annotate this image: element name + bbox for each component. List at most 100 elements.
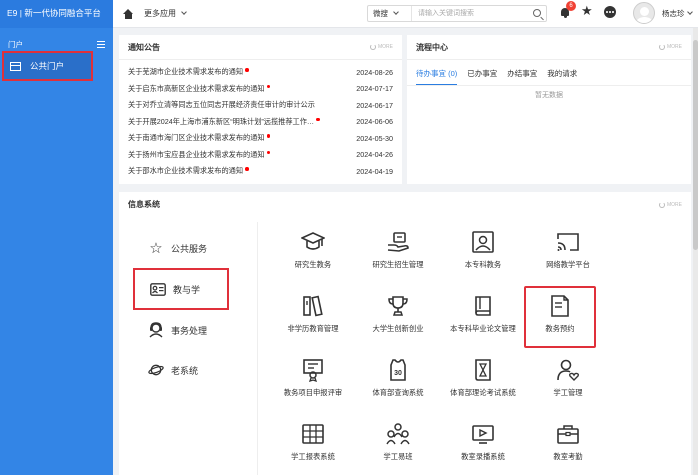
notice-left: 关于启东市高新区企业技术需求发布的通知 xyxy=(128,84,271,94)
svg-text:30: 30 xyxy=(394,370,402,377)
chevron-down-icon[interactable] xyxy=(687,9,693,15)
tile-lecture-recording[interactable]: 教室录播系统 xyxy=(443,422,523,462)
notice-title[interactable]: 关于开展2024年上海市浦东新区“明珠计划”远揽推荐工作… xyxy=(128,117,314,127)
list-item[interactable]: 关于芜湖市企业技术需求发布的通知 2024-08-26 xyxy=(128,64,393,81)
notice-date: 2024-06-17 xyxy=(356,100,393,110)
notification-badge: 6 xyxy=(566,1,576,11)
refresh-icon[interactable] xyxy=(659,44,665,50)
new-dot-icon xyxy=(266,150,271,154)
document-icon xyxy=(548,294,572,318)
chevron-down-icon xyxy=(393,9,399,15)
list-item[interactable]: 关于开展2024年上海市浦东新区“明珠计划”远揽推荐工作… 2024-06-06 xyxy=(128,114,393,131)
list-item[interactable]: 关于启东市高新区企业技术需求发布的通知 2024-07-17 xyxy=(128,81,393,98)
list-item[interactable]: 关于邵水市企业技术需求发布的通知 2024-04-19 xyxy=(128,163,393,180)
more-apps-menu[interactable]: 更多应用 xyxy=(144,8,187,19)
tab-done[interactable]: 已办事宜 xyxy=(467,68,497,85)
headset-icon xyxy=(148,322,164,338)
notice-left: 关于开展2024年上海市浦东新区“明珠计划”远揽推荐工作… xyxy=(128,117,320,127)
tile-label: 教室录播系统 xyxy=(461,452,505,461)
new-dot-icon xyxy=(245,68,249,72)
books-icon xyxy=(301,294,325,318)
notice-title[interactable]: 关于邵水市企业技术需求发布的通知 xyxy=(128,166,243,176)
top-header: 更多应用 微搜 6 ★ 杨志珍 xyxy=(113,0,698,28)
trophy-icon xyxy=(386,294,410,318)
tile-label: 教务项目申报评审 xyxy=(283,388,343,397)
search-bar: 微搜 xyxy=(367,5,547,22)
category-teaching[interactable]: 教与学 xyxy=(133,268,229,310)
search-scope-select[interactable]: 微搜 xyxy=(368,6,412,21)
category-affairs[interactable]: 事务处理 xyxy=(133,310,243,350)
tab-completed[interactable]: 办结事宜 xyxy=(507,68,537,85)
category-label: 事务处理 xyxy=(171,325,208,336)
more-link[interactable]: MORE xyxy=(659,44,682,50)
tile-pe-exam[interactable]: 体育部理论考试系统 xyxy=(443,358,523,398)
tile-yiban[interactable]: 学工易班 xyxy=(358,422,438,462)
menu-toggle-icon[interactable] xyxy=(97,40,105,48)
sidebar-item-public-portal[interactable]: 公共门户 xyxy=(2,51,93,81)
category-public-service[interactable]: ☆ 公共服务 xyxy=(133,228,243,268)
tile-project-review[interactable]: 教务项目申报评审 xyxy=(273,358,353,398)
tile-online-teaching[interactable]: 网络教学平台 xyxy=(528,230,608,270)
scrollbar-thumb[interactable] xyxy=(693,40,698,250)
panel-header: 通知公告 MORE xyxy=(119,35,402,60)
list-item[interactable]: 关于对乔立清等同志五位同志开展经济责任审计的审计公示 2024-06-17 xyxy=(128,97,393,114)
avatar[interactable] xyxy=(633,2,655,24)
tile-thesis[interactable]: 本专科毕业论文管理 xyxy=(443,294,523,334)
notice-left: 关于南通市海门区企业技术需求发布的通知 xyxy=(128,133,271,143)
new-dot-icon xyxy=(316,117,320,121)
notice-left: 关于芜湖市企业技术需求发布的通知 xyxy=(128,67,249,77)
search-scope-label: 微搜 xyxy=(373,9,388,18)
new-dot-icon xyxy=(245,167,249,171)
more-link[interactable]: MORE xyxy=(659,201,682,208)
sidebar-section-label: 门户 xyxy=(8,39,23,49)
planet-icon xyxy=(148,362,164,378)
notice-title[interactable]: 关于南通市海门区企业技术需求发布的通知 xyxy=(128,133,265,143)
tile-label: 本专科教务 xyxy=(464,260,502,269)
jersey-icon: 30 xyxy=(386,358,410,382)
tab-todo[interactable]: 待办事宜 (0) xyxy=(416,68,458,85)
tile-classroom-attendance[interactable]: 教室考勤 xyxy=(528,422,608,462)
tile-label: 网络教学平台 xyxy=(546,260,590,269)
tile-academic-booking[interactable]: 教务预约 xyxy=(524,286,596,348)
tile-innovation[interactable]: 大学生创新创业 xyxy=(358,294,438,334)
empty-state: 暂无数据 xyxy=(535,92,563,99)
tile-label: 非学历教育管理 xyxy=(287,324,339,333)
home-icon[interactable] xyxy=(123,8,134,19)
tile-student-reports[interactable]: 学工报表系统 xyxy=(273,422,353,462)
new-dot-icon xyxy=(266,134,271,138)
list-item[interactable]: 关于扬州市宝应县企业技术需求发布的通知 2024-04-26 xyxy=(128,147,393,164)
refresh-icon[interactable] xyxy=(659,201,665,208)
graduation-cap-icon xyxy=(300,230,326,254)
tile-student-affairs[interactable]: 学工管理 xyxy=(528,358,608,398)
search-icon[interactable] xyxy=(533,9,541,17)
username[interactable]: 杨志珍 xyxy=(662,8,685,19)
notice-title[interactable]: 关于对乔立清等同志五位同志开展经济责任审计的审计公示 xyxy=(128,100,315,110)
tile-graduate-academic[interactable]: 研究生教务 xyxy=(273,230,353,270)
list-item[interactable]: 关于南通市海门区企业技术需求发布的通知 2024-05-30 xyxy=(128,130,393,147)
search-input[interactable] xyxy=(412,6,546,21)
chevron-down-icon xyxy=(181,9,187,15)
notice-title[interactable]: 关于启东市高新区企业技术需求发布的通知 xyxy=(128,84,265,94)
notice-left: 关于邵水市企业技术需求发布的通知 xyxy=(128,166,249,176)
chat-icon[interactable] xyxy=(604,6,616,18)
tile-undergrad-academic[interactable]: 本专科教务 xyxy=(443,230,523,270)
sidebar-item-label: 公共门户 xyxy=(30,61,65,71)
tile-graduate-admission[interactable]: 研究生招生管理 xyxy=(358,230,438,270)
panel-header: 流程中心 MORE xyxy=(407,35,691,60)
category-legacy[interactable]: 老系统 xyxy=(133,350,243,390)
more-link[interactable]: MORE xyxy=(370,44,393,50)
notice-left: 关于对乔立清等同志五位同志开展经济责任审计的审计公示 xyxy=(128,100,315,110)
notice-title[interactable]: 关于芜湖市企业技术需求发布的通知 xyxy=(128,67,243,77)
star-outline-icon: ☆ xyxy=(149,240,163,257)
tab-my-requests[interactable]: 我的请求 xyxy=(547,68,577,85)
tile-pe-query[interactable]: 30 体育部查询系统 xyxy=(358,358,438,398)
notice-date: 2024-05-30 xyxy=(356,133,393,143)
refresh-icon[interactable] xyxy=(370,44,376,50)
panel-title: 信息系统 xyxy=(128,200,160,209)
star-icon[interactable]: ★ xyxy=(581,4,593,17)
book-icon xyxy=(471,294,495,318)
panel-header: 信息系统 MORE xyxy=(119,192,691,217)
notice-date: 2024-08-26 xyxy=(356,67,393,77)
notice-title[interactable]: 关于扬州市宝应县企业技术需求发布的通知 xyxy=(128,150,265,160)
tile-non-degree[interactable]: 非学历教育管理 xyxy=(273,294,353,334)
